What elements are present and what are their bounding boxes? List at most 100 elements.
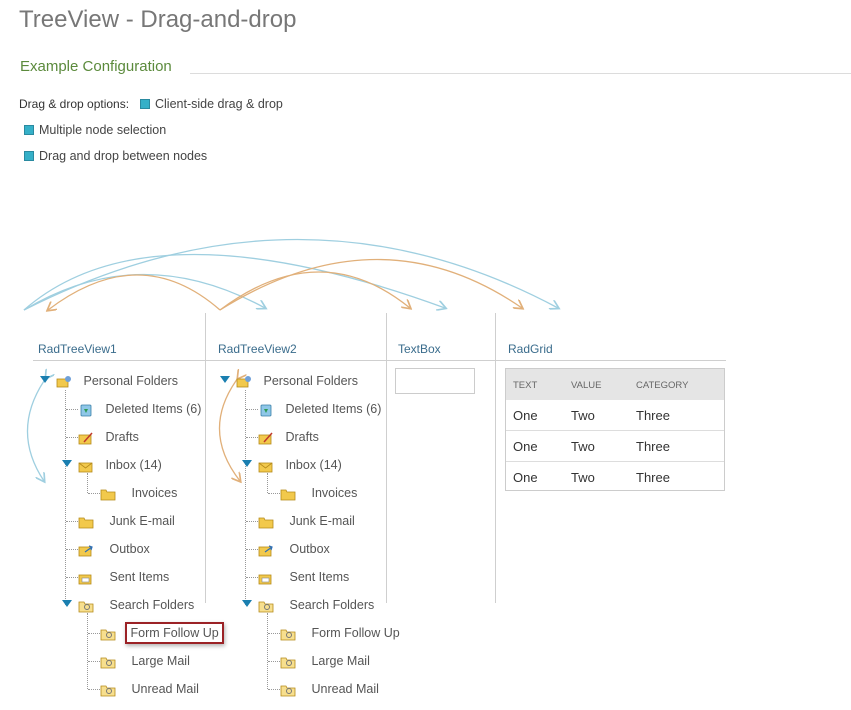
sent-items-icon [78,574,92,585]
grid-header-value[interactable]: VALUE [571,380,601,391]
table-row[interactable]: One Two Three [506,430,724,461]
tree-node-label: Unread Mail [131,682,199,696]
tree-node-label: Invoices [131,486,178,500]
tree-node-label: Junk E-mail [289,514,355,528]
tree-node-sent-items[interactable]: Sent Items [78,569,169,585]
tree-node-label: Inbox (14) [105,458,162,472]
expand-toggle-icon[interactable] [242,460,252,467]
tree-node-label: Sent Items [109,570,170,584]
grid-header-text[interactable]: TEXT [513,380,537,391]
grid-cell: Three [636,470,670,485]
tree-node-sent-items[interactable]: Sent Items [258,569,349,585]
tree-node-label: Sent Items [289,570,350,584]
personal-folders-icon [236,375,251,388]
tree-node-label: Deleted Items (6) [285,402,382,416]
tree-node-label: Deleted Items (6) [105,402,202,416]
tree-node-drafts[interactable]: Drafts [78,429,139,445]
tree-node-label: Invoices [311,486,358,500]
tree-node-label: Outbox [289,542,330,556]
tree-node-label: Junk E-mail [109,514,175,528]
folder-icon [100,489,116,501]
search-folder-icon [78,601,94,613]
tree-node-form-follow-up[interactable]: Form Follow Up [280,625,400,641]
expand-toggle-icon[interactable] [62,600,72,607]
tree-node-outbox[interactable]: Outbox [78,541,150,557]
search-folder-icon [280,685,296,697]
expand-toggle-icon[interactable] [242,600,252,607]
search-folder-icon [280,657,296,669]
tree-node-label: Form Follow Up [311,626,400,640]
column-header-radgrid: RadGrid [508,342,553,356]
tree-node-form-follow-up[interactable]: Form Follow Up [100,622,224,644]
search-folder-icon [258,601,274,613]
grid-cell: One [513,408,538,423]
header-divider [33,360,726,361]
tree-node-label: Form Follow Up [125,622,224,644]
grid-cell: Two [571,439,595,454]
drafts-icon [78,432,93,445]
table-row[interactable]: One Two Three [506,400,724,430]
tree-node-invoices[interactable]: Invoices [100,485,177,501]
folder-icon [78,517,94,529]
tree-node-junk-email[interactable]: Junk E-mail [78,513,175,529]
tree-node-label: Outbox [109,542,150,556]
drag-arrow-icon [219,271,410,311]
personal-folders-icon [56,375,71,388]
grid-cell: Two [571,408,595,423]
tree-node-outbox[interactable]: Outbox [258,541,330,557]
tree-node-label: Search Folders [109,598,195,612]
tree-node-label: Large Mail [131,654,190,668]
column-header-radtreeview2: RadTreeView2 [218,342,297,356]
tree-node-large-mail[interactable]: Large Mail [280,653,370,669]
sent-items-icon [258,574,272,585]
grid-cell: Three [636,408,670,423]
tree-node-deleted-items[interactable]: Deleted Items (6) [258,401,381,417]
expand-toggle-icon[interactable] [40,376,50,383]
inbox-icon [258,462,273,473]
tree-node-invoices[interactable]: Invoices [280,485,357,501]
tree-node-label: Inbox (14) [285,458,342,472]
tree-node-label: Personal Folders [263,374,358,388]
expand-toggle-icon[interactable] [62,460,72,467]
recycle-bin-icon [260,404,272,417]
column-header-textbox: TextBox [398,342,441,356]
tree-node-large-mail[interactable]: Large Mail [100,653,190,669]
tree-node-label: Large Mail [311,654,370,668]
tree-node-drafts[interactable]: Drafts [258,429,319,445]
drag-arrow-icon [219,258,522,311]
tree-node-inbox[interactable]: Inbox (14) [258,457,342,473]
grid-header-category[interactable]: CATEGORY [636,380,688,391]
rad-grid[interactable]: TEXT VALUE CATEGORY One Two Three One Tw… [505,368,725,491]
tree-node-unread-mail[interactable]: Unread Mail [280,681,379,697]
grid-cell: Two [571,470,595,485]
expand-toggle-icon[interactable] [220,376,230,383]
folder-icon [280,489,296,501]
outbox-icon [78,545,93,557]
textbox-input[interactable] [395,368,475,394]
column-divider [495,313,496,603]
grid-cell: One [513,439,538,454]
tree-node-deleted-items[interactable]: Deleted Items (6) [78,401,201,417]
tree-node-inbox[interactable]: Inbox (14) [78,457,162,473]
tree-node-personal-folders[interactable]: Personal Folders [236,373,358,389]
drag-arrow-icon [218,378,240,481]
search-folder-icon [100,629,116,641]
tree-node-label: Unread Mail [311,682,379,696]
search-folder-icon [100,685,116,697]
tree-node-label: Drafts [105,430,139,444]
tree-node-unread-mail[interactable]: Unread Mail [100,681,199,697]
table-row[interactable]: One Two Three [506,461,724,492]
grid-header-row: TEXT VALUE CATEGORY [506,369,724,400]
tree-node-search-folders[interactable]: Search Folders [258,597,374,613]
outbox-icon [258,545,273,557]
column-divider [386,313,387,603]
tree-node-label: Drafts [285,430,319,444]
tree-node-label: Personal Folders [83,374,178,388]
tree-node-personal-folders[interactable]: Personal Folders [56,373,178,389]
tree-node-junk-email[interactable]: Junk E-mail [258,513,355,529]
search-folder-icon [280,629,296,641]
search-folder-icon [100,657,116,669]
grid-cell: One [513,470,538,485]
column-header-radtreeview1: RadTreeView1 [38,342,117,356]
tree-node-search-folders[interactable]: Search Folders [78,597,194,613]
